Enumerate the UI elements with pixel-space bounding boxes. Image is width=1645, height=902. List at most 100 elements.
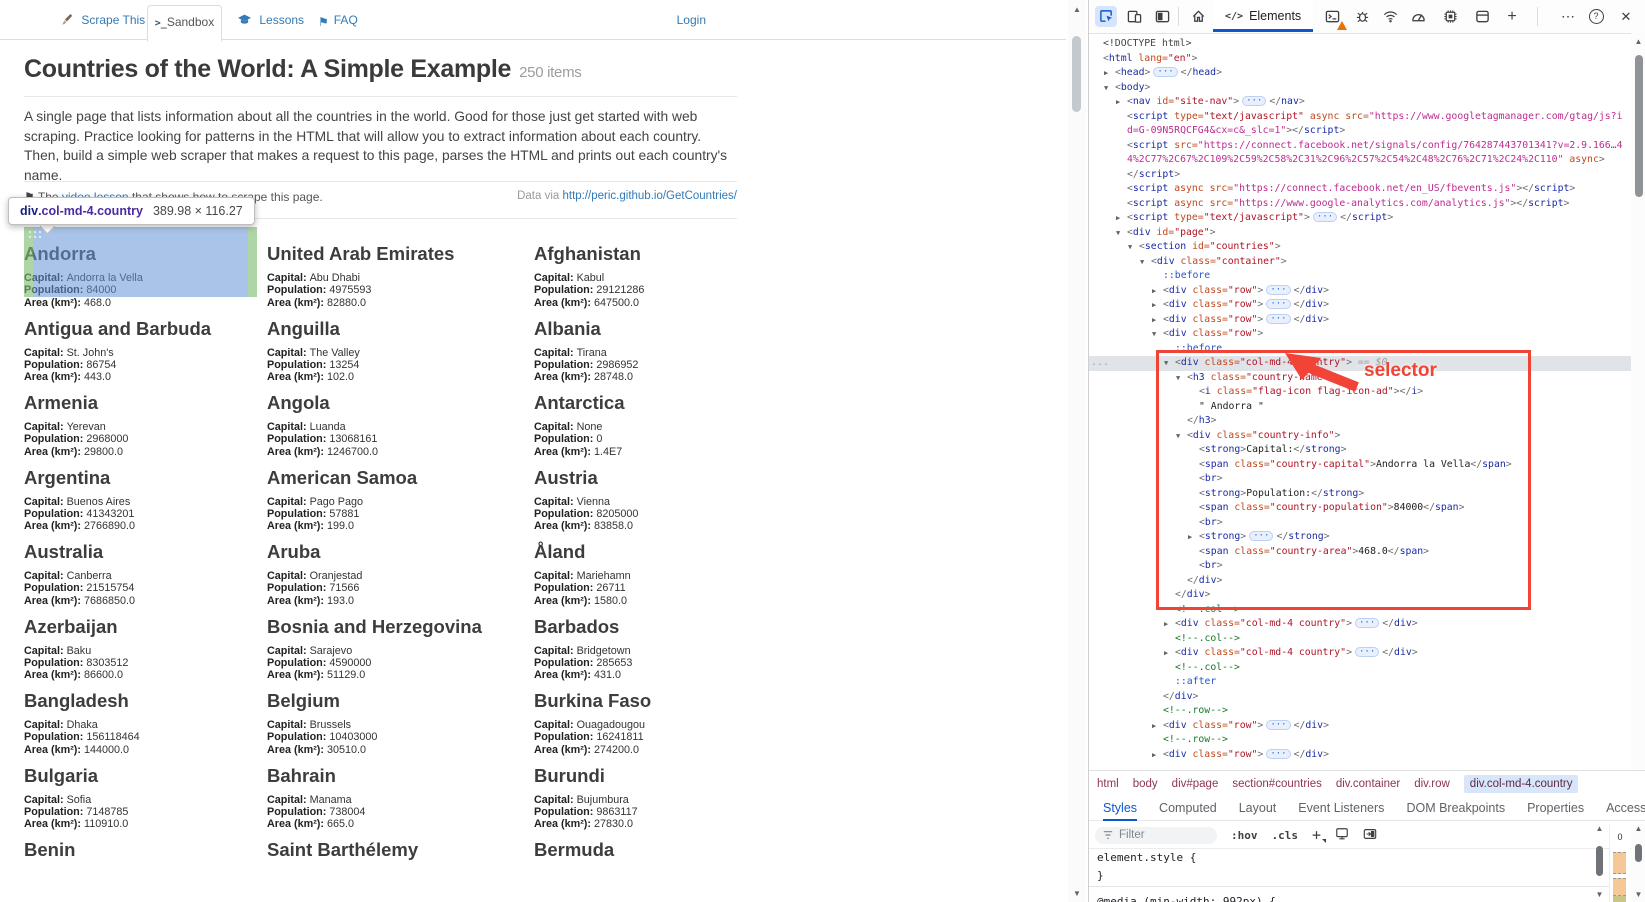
tree-line[interactable]: ▶<div class="row">···</div>: [1089, 298, 1631, 313]
expand-icon[interactable]: ▶: [1152, 284, 1156, 299]
nav-tab-sandbox[interactable]: >_Sandbox: [147, 5, 222, 42]
tree-line[interactable]: ▶<div class="row">···</div>: [1089, 748, 1631, 763]
expand-icon[interactable]: ▶: [1104, 66, 1108, 81]
add-tab-icon[interactable]: +: [1501, 6, 1523, 27]
scroll-up-icon[interactable]: ▲: [1631, 824, 1645, 833]
collapse-icon[interactable]: ▼: [1116, 226, 1120, 241]
scrollbar-thumb[interactable]: [1635, 55, 1643, 197]
media-query-rule[interactable]: @media (min-width: 992px) {: [1097, 895, 1276, 902]
ellipsis-expand-icon[interactable]: ···: [1355, 647, 1379, 657]
tree-line[interactable]: <script async src="https://connect.faceb…: [1089, 182, 1631, 197]
toggle-classes-button[interactable]: .cls: [1272, 829, 1299, 842]
expand-icon[interactable]: ▶: [1152, 719, 1156, 734]
tree-line[interactable]: <!--.col-->: [1089, 632, 1631, 647]
tree-line[interactable]: <!--.row-->: [1089, 704, 1631, 719]
expand-icon[interactable]: ▶: [1152, 313, 1156, 328]
tree-gutter-more-icon[interactable]: ...: [1091, 356, 1109, 370]
breadcrumb-item[interactable]: div.container: [1336, 778, 1400, 790]
ellipsis-expand-icon[interactable]: ···: [1266, 749, 1290, 759]
breadcrumb-item[interactable]: div.col-md-4.country: [1464, 775, 1579, 793]
expand-icon[interactable]: ▶: [1152, 298, 1156, 313]
computed-sidebar-toggle-icon[interactable]: [1363, 827, 1377, 844]
tab-computed[interactable]: Computed: [1159, 798, 1217, 818]
collapse-icon[interactable]: ▼: [1104, 81, 1108, 96]
inspect-element-icon[interactable]: [1095, 6, 1117, 27]
debug-icon[interactable]: [1351, 6, 1373, 27]
tree-line[interactable]: <!--.row-->: [1089, 733, 1631, 748]
breadcrumb-item[interactable]: body: [1133, 778, 1158, 790]
tab-dom-breakpoints[interactable]: DOM Breakpoints: [1406, 798, 1505, 818]
tab-styles[interactable]: Styles: [1103, 798, 1137, 818]
tab-elements[interactable]: </> Elements: [1213, 0, 1313, 32]
tree-line[interactable]: ▶<div class="col-md-4 country">···</div>: [1089, 617, 1631, 632]
breadcrumb-item[interactable]: html: [1097, 778, 1119, 790]
tree-line[interactable]: ▶<div class="row">···</div>: [1089, 719, 1631, 734]
tree-line[interactable]: ▶<div class="row">···</div>: [1089, 284, 1631, 299]
tab-properties[interactable]: Properties: [1527, 798, 1584, 818]
collapse-icon[interactable]: ▼: [1128, 240, 1132, 255]
performance-icon[interactable]: [1407, 6, 1429, 27]
expand-icon[interactable]: ▶: [1164, 646, 1168, 661]
tree-line[interactable]: </script>: [1089, 168, 1631, 183]
tree-line[interactable]: <script async src="https://www.google-an…: [1089, 197, 1631, 212]
ellipsis-expand-icon[interactable]: ···: [1266, 720, 1290, 730]
scroll-down-icon[interactable]: ▼: [1593, 890, 1606, 899]
styles-filter-input[interactable]: Filter: [1095, 827, 1217, 844]
network-icon[interactable]: [1379, 6, 1401, 27]
styles-outer-scrollbar[interactable]: ▲ ▼: [1631, 824, 1645, 902]
tree-line[interactable]: ▼<div class="row">: [1089, 327, 1631, 342]
tab-accessibility[interactable]: Accessibility: [1606, 798, 1645, 818]
tree-line[interactable]: <html lang="en">: [1089, 52, 1631, 67]
breadcrumb-item[interactable]: div#page: [1172, 778, 1219, 790]
rendering-brush-icon[interactable]: [1335, 827, 1349, 844]
ellipsis-expand-icon[interactable]: ···: [1153, 67, 1177, 77]
expand-icon[interactable]: ▶: [1116, 211, 1120, 226]
tree-line[interactable]: </div>: [1089, 690, 1631, 705]
expand-icon[interactable]: ▶: [1152, 748, 1156, 763]
tree-line[interactable]: ▶<head>···</head>: [1089, 66, 1631, 81]
home-icon[interactable]: [1187, 6, 1209, 27]
scroll-down-icon[interactable]: ▼: [1631, 890, 1645, 899]
new-style-rule-button[interactable]: +: [1312, 826, 1321, 844]
ellipsis-expand-icon[interactable]: ···: [1266, 314, 1290, 324]
collapse-icon[interactable]: ▼: [1152, 327, 1156, 342]
scroll-up-icon[interactable]: ▲: [1631, 37, 1645, 46]
help-icon[interactable]: ?: [1585, 6, 1607, 27]
tree-line[interactable]: ▼<body>: [1089, 81, 1631, 96]
ellipsis-expand-icon[interactable]: ···: [1266, 299, 1290, 309]
tree-line[interactable]: <!--.col-->: [1089, 661, 1631, 676]
tree-line[interactable]: ▼<section id="countries">: [1089, 240, 1631, 255]
tree-line[interactable]: ::before: [1089, 269, 1631, 284]
ellipsis-expand-icon[interactable]: ···: [1355, 618, 1379, 628]
scroll-up-icon[interactable]: ▲: [1593, 824, 1606, 833]
page-scrollbar[interactable]: ▲ ▼: [1068, 0, 1086, 902]
tree-line[interactable]: ▶<nav id="site-nav">···</nav>: [1089, 95, 1631, 110]
scrollbar-thumb[interactable]: [1596, 846, 1603, 876]
scrollbar-thumb[interactable]: [1072, 36, 1081, 112]
element-style-rule[interactable]: element.style {: [1089, 849, 1619, 867]
tree-line[interactable]: <script type="text/javascript" async src…: [1089, 110, 1631, 125]
scroll-up-icon[interactable]: ▲: [1068, 5, 1086, 14]
dock-side-icon[interactable]: [1151, 6, 1173, 27]
tab-event-listeners[interactable]: Event Listeners: [1298, 798, 1384, 818]
tree-line[interactable]: ▼<div id="page">: [1089, 226, 1631, 241]
expand-icon[interactable]: ▶: [1116, 95, 1120, 110]
scroll-down-icon[interactable]: ▼: [1068, 889, 1086, 898]
tree-line[interactable]: <script src="https://connect.facebook.ne…: [1089, 139, 1631, 154]
tree-line[interactable]: <!DOCTYPE html>: [1089, 37, 1631, 52]
memory-icon[interactable]: [1439, 6, 1461, 27]
close-devtools-icon[interactable]: ✕: [1615, 6, 1637, 27]
tree-line[interactable]: ▶<script type="text/javascript">···</scr…: [1089, 211, 1631, 226]
application-icon[interactable]: [1471, 6, 1493, 27]
tree-line[interactable]: ▶<div class="row">···</div>: [1089, 313, 1631, 328]
console-icon[interactable]: [1321, 6, 1343, 27]
ellipsis-expand-icon[interactable]: ···: [1313, 212, 1337, 222]
more-options-icon[interactable]: ⋯: [1557, 6, 1579, 27]
styles-inner-scrollbar[interactable]: ▲ ▼: [1593, 824, 1606, 902]
breadcrumb-item[interactable]: div.row: [1414, 778, 1450, 790]
tree-line[interactable]: ▶<div class="col-md-4 country">···</div>: [1089, 646, 1631, 661]
tree-line[interactable]: ▼<div class="container">: [1089, 255, 1631, 270]
ellipsis-expand-icon[interactable]: ···: [1266, 285, 1290, 295]
ellipsis-expand-icon[interactable]: ···: [1242, 96, 1266, 106]
device-emulation-icon[interactable]: [1123, 6, 1145, 27]
